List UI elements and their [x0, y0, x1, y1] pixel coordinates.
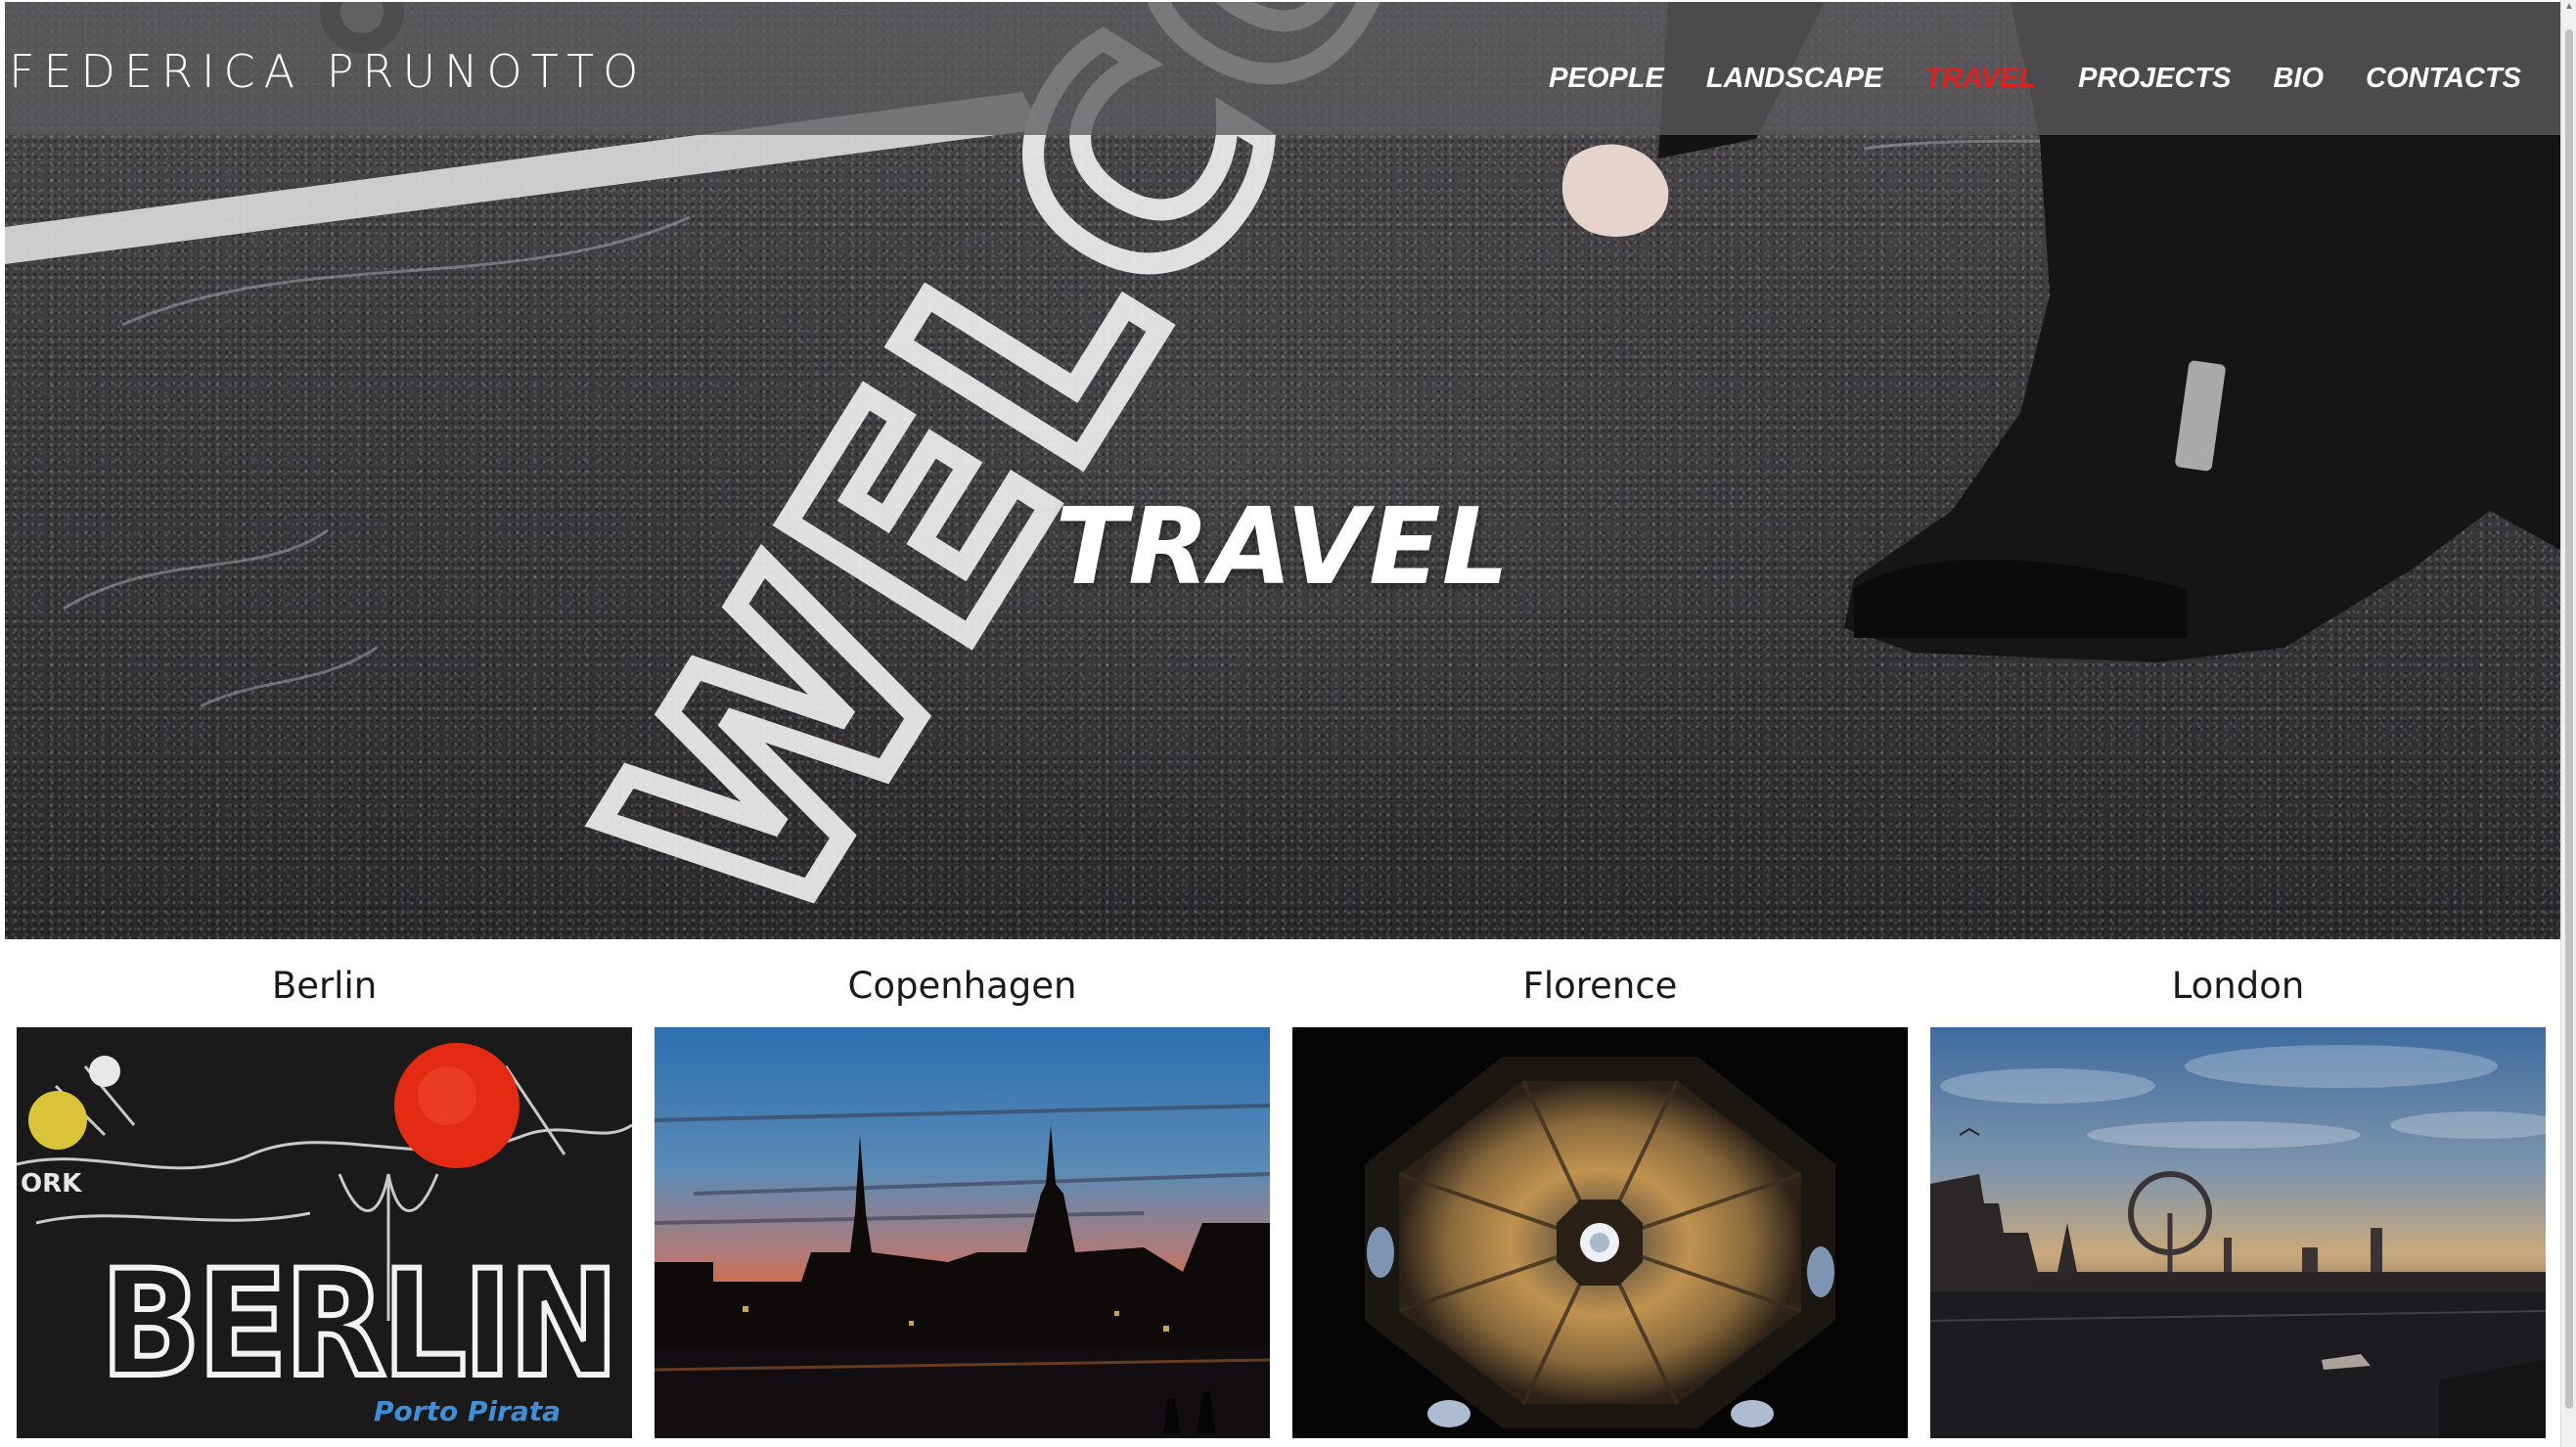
nav-people[interactable]: PEOPLE	[1549, 63, 1664, 95]
hero-photo: WELCOME	[5, 2, 2560, 939]
nav-projects[interactable]: PROJECTS	[2078, 63, 2231, 95]
top-navigation-bar: FEDERICA PRUNOTTO PEOPLE LANDSCAPE TRAVE…	[5, 2, 2560, 135]
gallery-card-berlin: Berlin BERLIN Porto Pirata ORK	[17, 951, 632, 1438]
vertical-scrollbar[interactable]: ▲	[2560, 0, 2576, 1447]
nav-bio[interactable]: BIO	[2273, 63, 2324, 95]
gallery-card-title[interactable]: London	[1930, 951, 2546, 1027]
nav-travel[interactable]: TRAVEL	[1924, 63, 2036, 95]
gallery-thumb-copenhagen[interactable]	[655, 1027, 1270, 1438]
page-title: TRAVEL	[1055, 486, 1511, 609]
florence-dome-image	[1292, 1027, 1908, 1438]
gallery-card-florence: Florence	[1292, 951, 1908, 1438]
main-nav: PEOPLE LANDSCAPE TRAVEL PROJECTS BIO CON…	[1549, 63, 2521, 95]
gallery-card-london: London	[1930, 951, 2546, 1438]
berlin-image-subtext: Porto Pirata	[374, 1395, 561, 1427]
gallery-card-title[interactable]: Florence	[1292, 951, 1908, 1027]
gallery-thumb-london[interactable]	[1930, 1027, 2546, 1438]
nav-landscape[interactable]: LANDSCAPE	[1706, 63, 1882, 95]
hero-banner: WELCOME FEDERICA PRUNOTTO PEOPLE LANDSCA…	[5, 2, 2560, 939]
site-logo[interactable]: FEDERICA PRUNOTTO	[9, 45, 647, 98]
scrollbar-thumb[interactable]	[2565, 29, 2573, 1409]
chevron-up-icon[interactable]: ▲	[2564, 2, 2574, 12]
travel-gallery: Berlin BERLIN Porto Pirata ORK Copenhage…	[17, 951, 2546, 1438]
berlin-wall-image: BERLIN Porto Pirata ORK	[17, 1027, 632, 1438]
copenhagen-image	[655, 1027, 1270, 1438]
berlin-image-corner-text: ORK	[21, 1169, 82, 1198]
gallery-card-title[interactable]: Berlin	[17, 951, 632, 1027]
gallery-card-title[interactable]: Copenhagen	[655, 951, 1270, 1027]
gallery-card-copenhagen: Copenhagen	[655, 951, 1270, 1438]
gallery-thumb-florence[interactable]	[1292, 1027, 1908, 1438]
gallery-thumb-berlin[interactable]: BERLIN Porto Pirata ORK	[17, 1027, 632, 1438]
london-skyline-image	[1930, 1027, 2546, 1438]
berlin-image-text: BERLIN	[101, 1239, 616, 1409]
nav-contacts[interactable]: CONTACTS	[2366, 63, 2521, 95]
